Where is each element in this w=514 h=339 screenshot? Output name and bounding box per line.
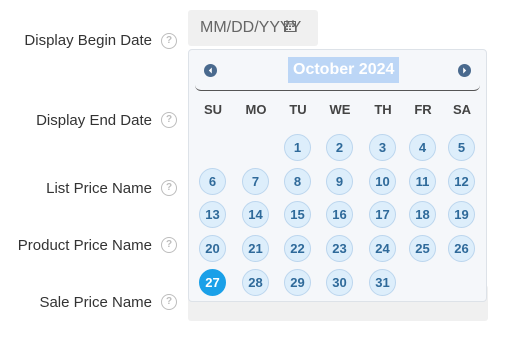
- day-cell[interactable]: 21: [242, 235, 269, 262]
- day-cell[interactable]: 22: [284, 235, 311, 262]
- day-cell[interactable]: 4: [409, 134, 436, 161]
- weekday-label: SU: [203, 102, 223, 117]
- chevron-right-icon[interactable]: [458, 64, 471, 77]
- day-cell[interactable]: 1: [284, 134, 311, 161]
- day-cell[interactable]: 13: [199, 201, 226, 228]
- display-end-date-label: Display End Date: [36, 112, 152, 129]
- weekday-label: TU: [289, 102, 307, 117]
- datepicker-title[interactable]: October 2024: [288, 57, 400, 83]
- day-cell[interactable]: 6: [199, 168, 226, 195]
- day-cell[interactable]: 11: [409, 168, 436, 195]
- day-cell[interactable]: 23: [326, 235, 353, 262]
- display-begin-date-label: Display Begin Date: [24, 32, 152, 49]
- day-cell[interactable]: 8: [284, 168, 311, 195]
- day-cell[interactable]: 31: [369, 269, 396, 296]
- list-price-name-label: List Price Name: [46, 180, 152, 197]
- help-icon[interactable]: ?: [161, 237, 177, 253]
- day-cell[interactable]: 26: [448, 235, 475, 262]
- day-cell[interactable]: 17: [369, 201, 396, 228]
- day-cell[interactable]: 5: [448, 134, 475, 161]
- day-cell[interactable]: 9: [326, 168, 353, 195]
- day-cell[interactable]: 20: [199, 235, 226, 262]
- weekday-label: SA: [452, 102, 472, 117]
- day-cell[interactable]: 28: [242, 269, 269, 296]
- day-cell[interactable]: 3: [369, 134, 396, 161]
- datepicker-header: October 2024: [195, 50, 480, 91]
- weekday-label: MO: [245, 102, 267, 117]
- day-cell[interactable]: 15: [284, 201, 311, 228]
- product-price-name-label: Product Price Name: [17, 237, 152, 254]
- calendar-icon[interactable]: [284, 20, 296, 32]
- day-cell[interactable]: 7: [242, 168, 269, 195]
- day-cell[interactable]: 10: [369, 168, 396, 195]
- day-cell[interactable]: 12: [448, 168, 475, 195]
- day-cell-selected[interactable]: 27: [199, 269, 226, 296]
- weekday-label: WE: [329, 102, 351, 117]
- day-cell[interactable]: 2: [326, 134, 353, 161]
- help-icon[interactable]: ?: [161, 180, 177, 196]
- day-cell[interactable]: 18: [409, 201, 436, 228]
- chevron-left-icon[interactable]: [204, 64, 217, 77]
- weekday-label: FR: [414, 102, 432, 117]
- sale-price-name-label: Sale Price Name: [39, 294, 152, 311]
- day-cell[interactable]: 19: [448, 201, 475, 228]
- help-icon[interactable]: ?: [161, 33, 177, 49]
- help-icon[interactable]: ?: [161, 294, 177, 310]
- day-cell[interactable]: 24: [369, 235, 396, 262]
- day-cell[interactable]: 30: [326, 269, 353, 296]
- weekday-label: TH: [374, 102, 392, 117]
- datepicker: October 2024 SU MO TU WE TH FR SA 1 2 3 4 5 6 7 8 9 10 1…: [188, 49, 487, 302]
- display-begin-date-input[interactable]: [188, 10, 318, 46]
- day-cell[interactable]: 14: [242, 201, 269, 228]
- day-cell[interactable]: 16: [326, 201, 353, 228]
- day-cell[interactable]: 25: [409, 235, 436, 262]
- day-cell[interactable]: 29: [284, 269, 311, 296]
- help-icon[interactable]: ?: [161, 112, 177, 128]
